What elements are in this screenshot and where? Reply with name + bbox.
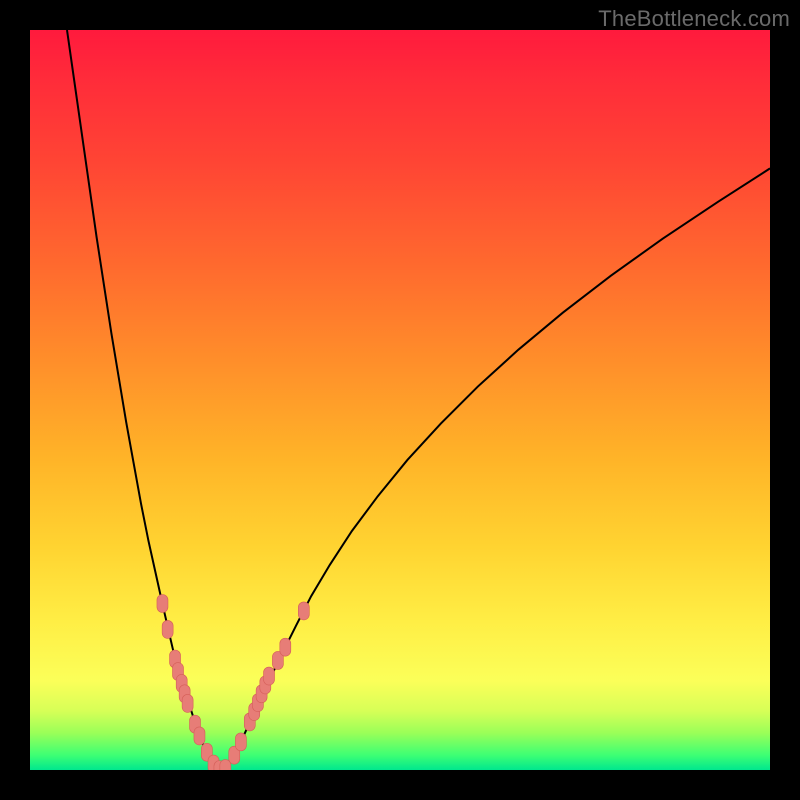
data-marker [194, 727, 205, 745]
chart-frame: TheBottleneck.com [0, 0, 800, 800]
data-marker [157, 595, 168, 613]
plot-svg [30, 30, 770, 770]
marker-group [157, 595, 309, 771]
data-marker [235, 733, 246, 751]
watermark-text: TheBottleneck.com [598, 6, 790, 32]
data-marker [264, 667, 275, 685]
data-marker [182, 694, 193, 712]
data-marker [298, 602, 309, 620]
data-marker [162, 620, 173, 638]
plot-area [30, 30, 770, 770]
right-curve [226, 168, 770, 768]
data-marker [280, 638, 291, 656]
left-curve [67, 30, 216, 769]
